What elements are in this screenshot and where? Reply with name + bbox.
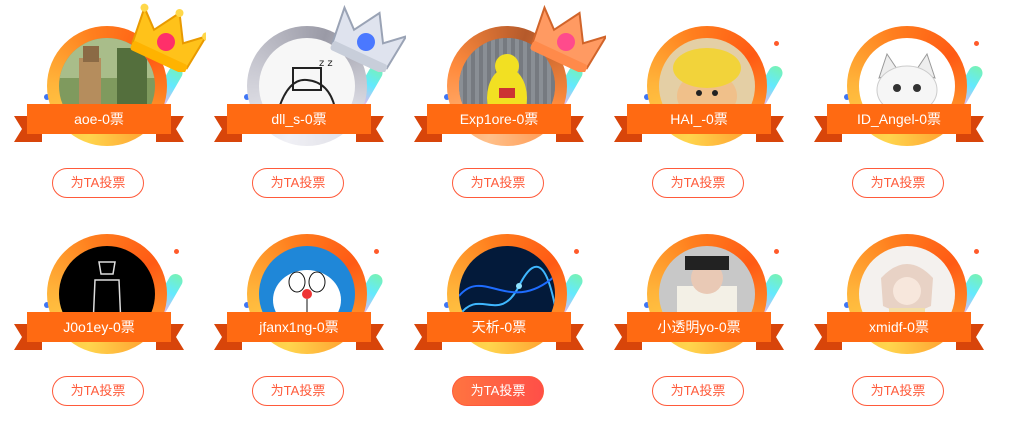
vote-button[interactable]: 为TA投票 xyxy=(852,376,944,406)
candidate-name-votes: HAI_-0票 xyxy=(627,104,771,134)
candidate-card: J0o1ey-0票 为TA投票 xyxy=(14,202,186,412)
candidate-card: xmidf-0票 为TA投票 xyxy=(814,202,986,412)
name-ribbon: jfanx1ng-0票 xyxy=(214,312,384,350)
decor-dot xyxy=(574,249,579,254)
candidate-card: 小透明yo-0票 为TA投票 xyxy=(614,202,786,412)
name-ribbon: 天析-0票 xyxy=(414,312,584,350)
candidate-name-votes: Exp1ore-0票 xyxy=(427,104,571,134)
candidate-name-votes: aoe-0票 xyxy=(27,104,171,134)
vote-button[interactable]: 为TA投票 xyxy=(652,168,744,198)
name-ribbon: J0o1ey-0票 xyxy=(14,312,184,350)
candidate-card: ID_Angel-0票 为TA投票 xyxy=(814,0,986,204)
decor-dot xyxy=(174,249,179,254)
name-ribbon: 小透明yo-0票 xyxy=(614,312,784,350)
candidate-name-votes: 天析-0票 xyxy=(427,312,571,342)
name-ribbon: aoe-0票 xyxy=(14,104,184,142)
vote-button[interactable]: 为TA投票 xyxy=(452,168,544,198)
vote-button[interactable]: 为TA投票 xyxy=(252,376,344,406)
candidate-card: HAI_-0票 为TA投票 xyxy=(614,0,786,204)
vote-button[interactable]: 为TA投票 xyxy=(652,376,744,406)
bronze-crown-icon xyxy=(530,4,606,72)
vote-button[interactable]: 为TA投票 xyxy=(252,168,344,198)
decor-dot xyxy=(774,41,779,46)
candidate-card: jfanx1ng-0票 为TA投票 xyxy=(214,202,386,412)
candidate-name-votes: ID_Angel-0票 xyxy=(827,104,971,134)
silver-crown-icon xyxy=(330,4,406,72)
candidate-name-votes: 小透明yo-0票 xyxy=(627,312,771,342)
name-ribbon: Exp1ore-0票 xyxy=(414,104,584,142)
decor-dot xyxy=(974,249,979,254)
candidate-card: aoe-0票 为TA投票 xyxy=(14,0,206,204)
candidate-card: Exp1ore-0票 为TA投票 xyxy=(414,0,606,204)
name-ribbon: dll_s-0票 xyxy=(214,104,384,142)
candidate-grid: aoe-0票 为TA投票 z z dll_s-0票 为TA投票 Exp1ore-… xyxy=(0,0,1027,445)
vote-button[interactable]: 为TA投票 xyxy=(452,376,544,406)
gold-crown-icon xyxy=(130,3,206,72)
vote-button[interactable]: 为TA投票 xyxy=(52,168,144,198)
name-ribbon: xmidf-0票 xyxy=(814,312,984,350)
candidate-name-votes: J0o1ey-0票 xyxy=(27,312,171,342)
name-ribbon: HAI_-0票 xyxy=(614,104,784,142)
decor-dot xyxy=(374,249,379,254)
candidate-card: z z dll_s-0票 为TA投票 xyxy=(214,0,406,204)
vote-button[interactable]: 为TA投票 xyxy=(52,376,144,406)
decor-dot xyxy=(774,249,779,254)
vote-button[interactable]: 为TA投票 xyxy=(852,168,944,198)
candidate-card: 天析-0票 为TA投票 xyxy=(414,202,586,412)
name-ribbon: ID_Angel-0票 xyxy=(814,104,984,142)
candidate-name-votes: xmidf-0票 xyxy=(827,312,971,342)
candidate-name-votes: dll_s-0票 xyxy=(227,104,371,134)
decor-dot xyxy=(974,41,979,46)
candidate-name-votes: jfanx1ng-0票 xyxy=(227,312,371,342)
